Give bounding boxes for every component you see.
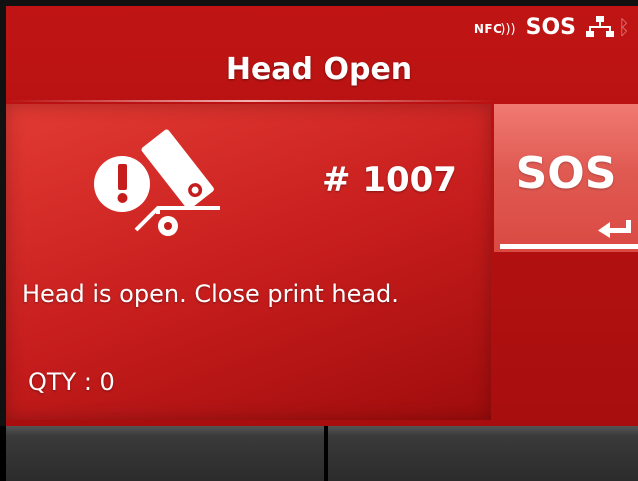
page-title: Head Open xyxy=(225,52,413,87)
status-bar: NFC))) SOS ᛒ xyxy=(474,12,630,42)
softkey-bar xyxy=(0,426,638,481)
nfc-label: NFC xyxy=(473,21,503,36)
error-panel: # 1007 Head is open. Close print head. Q… xyxy=(6,104,491,420)
softkey-left-button[interactable] xyxy=(6,426,324,481)
enter-icon xyxy=(598,220,632,242)
printer-display: NFC))) SOS ᛒ Head Open # 1007 Head is op… xyxy=(0,0,638,481)
qty-label: QTY : 0 xyxy=(28,368,115,396)
title-divider xyxy=(6,100,496,102)
bezel-top xyxy=(0,0,638,6)
bluetooth-icon: ᛒ xyxy=(618,15,630,39)
sos-selection-underline xyxy=(500,244,638,249)
softkey-right-button[interactable] xyxy=(328,426,638,481)
error-code: # 1007 xyxy=(322,160,457,200)
nfc-icon: NFC))) xyxy=(473,21,516,37)
error-message: Head is open. Close print head. xyxy=(22,280,399,308)
head-open-icon xyxy=(92,118,222,242)
sos-button-label: SOS xyxy=(515,148,617,199)
sos-button[interactable]: SOS xyxy=(494,104,638,252)
sos-status-label: SOS xyxy=(525,14,576,40)
network-icon xyxy=(586,16,614,38)
